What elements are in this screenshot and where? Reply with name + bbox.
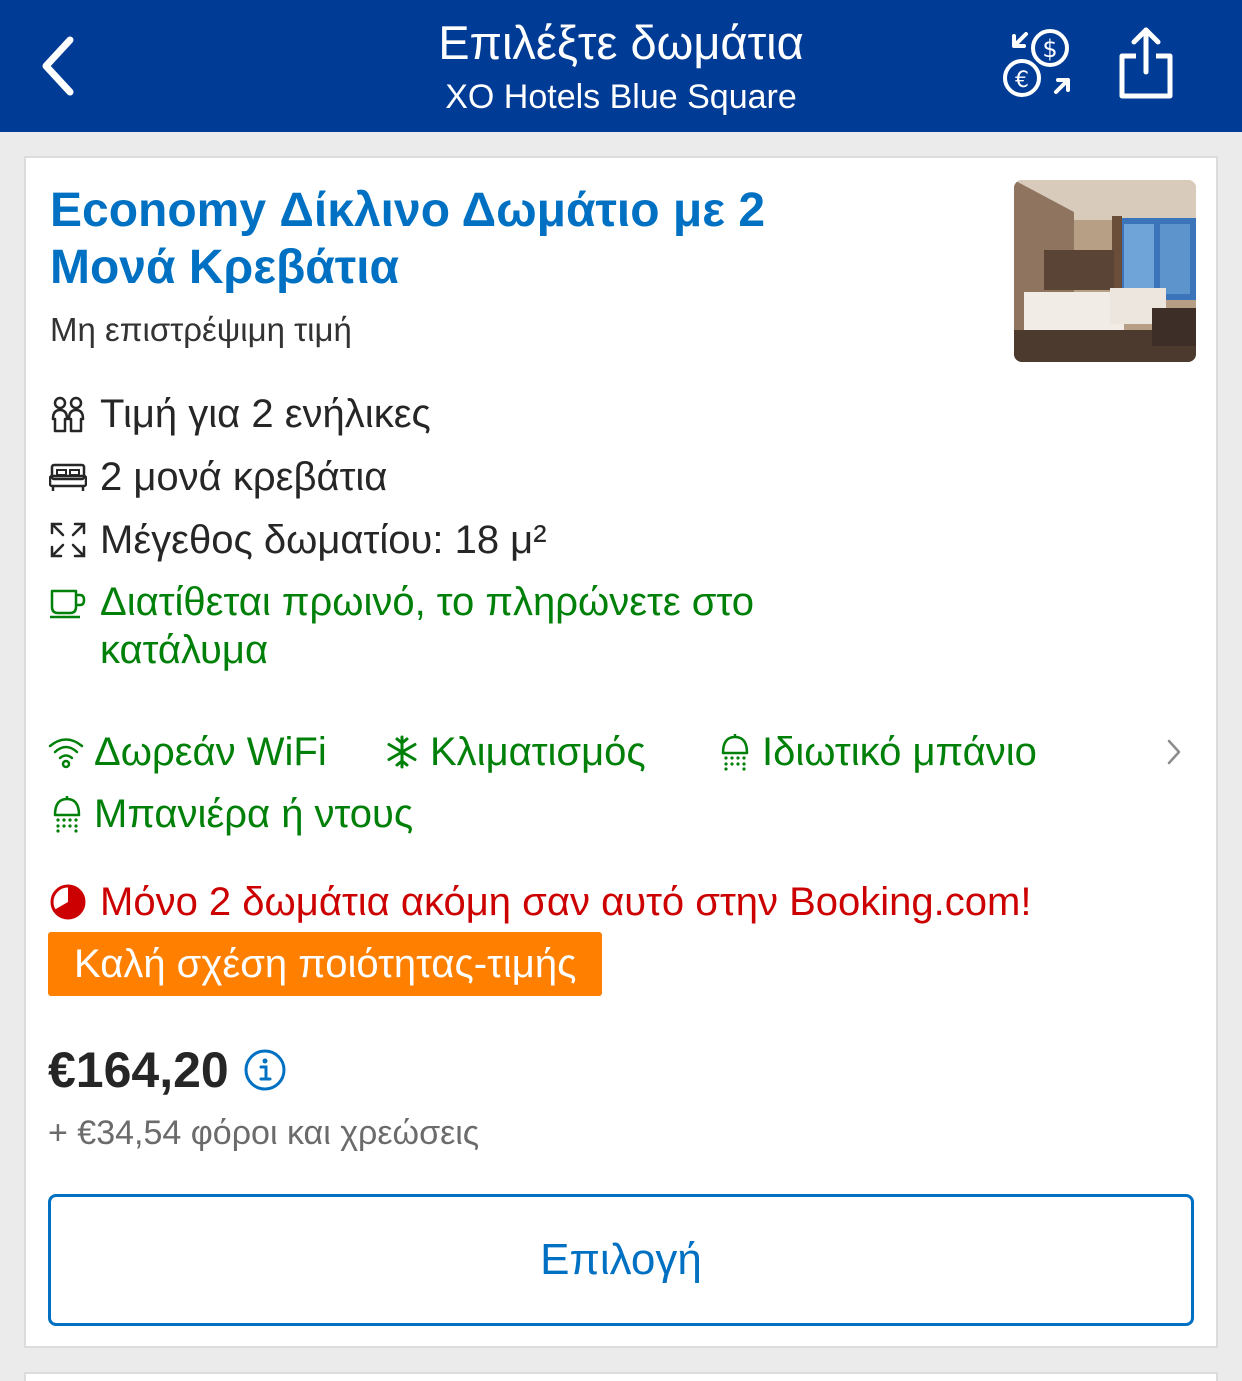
feature-size: Μέγεθος δωματίου: 18 μ² — [48, 516, 547, 564]
select-button[interactable]: Επιλογή — [48, 1194, 1194, 1326]
next-room-card — [24, 1372, 1218, 1381]
amenity-bathroom-text: Ιδιωτικό μπάνιο — [762, 730, 1037, 774]
amenity-wifi: Δωρεάν WiFi — [48, 728, 327, 776]
feature-breakfast: Διατίθεται πρωινό, το πληρώνετε στο κατά… — [48, 578, 808, 674]
feature-adults-text: Τιμή για 2 ενήλικες — [100, 392, 431, 436]
share-button[interactable] — [1104, 22, 1188, 106]
shower-icon — [716, 728, 752, 776]
value-badge: Καλή σχέση ποιότητας-τιμής — [48, 932, 603, 996]
currency-exchange-icon: $ € — [1003, 29, 1070, 97]
taxes-and-fees: + €34,54 φόροι και χρεώσεις — [48, 1114, 480, 1152]
amenity-ac-text: Κλιματισμός — [430, 730, 646, 774]
bed-icon — [48, 453, 88, 501]
refund-policy: Μη επιστρέψιμη τιμή — [50, 311, 352, 348]
app-header: Επιλέξτε δωμάτια XO Hotels Blue Square $… — [0, 0, 1242, 132]
room-card: Economy Δίκλινο Δωμάτιο με 2 Μονά Κρεβάτ… — [24, 156, 1218, 1348]
people-icon — [48, 390, 88, 438]
hotel-name: XO Hotels Blue Square — [445, 78, 797, 116]
share-icon — [1119, 27, 1173, 99]
amenities-more-button[interactable] — [1158, 732, 1190, 772]
amenity-wifi-text: Δωρεάν WiFi — [94, 730, 327, 774]
clock-pie-icon — [48, 878, 88, 926]
room-title[interactable]: Economy Δίκλινο Δωμάτιο με 2 Μονά Κρεβάτ… — [50, 182, 810, 296]
shower-icon — [48, 790, 84, 838]
scarcity-text: Μόνο 2 δωμάτια ακόμη σαν αυτό στην Booki… — [100, 880, 1032, 924]
feature-adults: Τιμή για 2 ενήλικες — [48, 390, 431, 438]
room-photo[interactable] — [1014, 180, 1196, 362]
feature-breakfast-text: Διατίθεται πρωινό, το πληρώνετε στο κατά… — [100, 580, 754, 672]
room-size-icon — [48, 516, 88, 564]
back-chevron-icon — [42, 36, 74, 96]
price: €164,20 — [48, 1042, 229, 1098]
page-title: Επιλέξτε δωμάτια — [438, 16, 804, 69]
feature-size-text: Μέγεθος δωματίου: 18 μ² — [100, 518, 547, 562]
header-title-group: Επιλέξτε δωμάτια XO Hotels Blue Square — [300, 14, 942, 118]
wifi-icon — [48, 728, 84, 776]
snowflake-icon — [384, 728, 420, 776]
svg-text:€: € — [1015, 68, 1029, 93]
chevron-right-icon — [1167, 739, 1181, 765]
feature-beds-text: 2 μονά κρεβάτια — [100, 455, 388, 499]
coffee-cup-icon — [48, 578, 88, 626]
amenity-shower-text: Μπανιέρα ή ντους — [94, 792, 414, 836]
price-info-button[interactable] — [243, 1048, 287, 1092]
amenity-ac: Κλιματισμός — [384, 728, 646, 776]
info-icon — [244, 1049, 286, 1091]
amenity-bathroom: Ιδιωτικό μπάνιο — [716, 728, 1037, 776]
feature-beds: 2 μονά κρεβάτια — [48, 453, 387, 501]
amenity-shower: Μπανιέρα ή ντους — [48, 790, 413, 838]
back-button[interactable] — [28, 28, 88, 104]
price-row: €164,20 — [48, 1040, 287, 1100]
scarcity-message: Μόνο 2 δωμάτια ακόμη σαν αυτό στην Booki… — [48, 878, 1031, 926]
currency-button[interactable]: $ € — [998, 22, 1082, 106]
svg-text:$: $ — [1042, 35, 1057, 63]
